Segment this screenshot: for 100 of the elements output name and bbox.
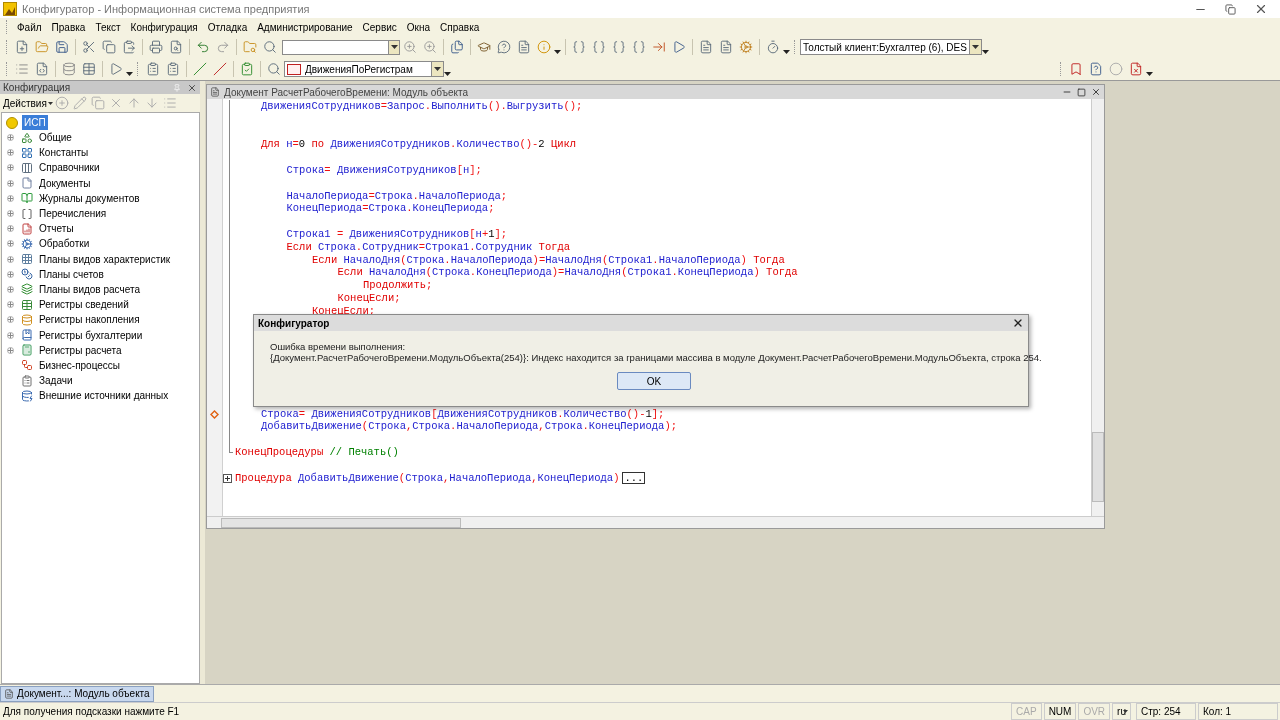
dropdown-button[interactable]: [432, 61, 444, 77]
tree-item-icon: [21, 253, 33, 266]
code-line: Продолжить;: [363, 279, 433, 292]
horizontal-scrollbar[interactable]: [207, 516, 1104, 528]
caret-icon[interactable]: [434, 67, 441, 71]
tree-item[interactable]: Внешние источники данных: [38, 388, 170, 404]
collapsed-block-marker[interactable]: ...: [622, 471, 646, 484]
tree-item[interactable]: Регистры сведений: [38, 297, 130, 313]
app-icon: [3, 2, 17, 16]
tree-item-icon: [21, 313, 33, 326]
window-tab[interactable]: Документ...: Модуль объекта: [0, 685, 154, 702]
tree-item-icon: [21, 374, 33, 387]
search-field[interactable]: [282, 39, 389, 55]
tree-item[interactable]: Регистры расчета: [38, 342, 123, 358]
tree-item-icon: [21, 298, 33, 311]
menu-item[interactable]: Окна: [401, 19, 436, 35]
tree-item[interactable]: Планы видов характеристик: [38, 251, 172, 267]
tree-item[interactable]: Планы видов расчета: [38, 281, 141, 297]
ok-button[interactable]: OK: [617, 372, 691, 390]
code-line: Строка= ДвиженияСотрудников[ДвиженияСотрудников.Количество()-1];: [261, 407, 665, 420]
procedure-icon: [287, 63, 301, 75]
caret-icon[interactable]: [1123, 710, 1128, 713]
tree-item[interactable]: Общие: [38, 130, 73, 146]
code-line: КонецПроцедуры // Печать(): [235, 445, 399, 458]
tree-item[interactable]: Задачи: [38, 373, 74, 389]
tree-item-icon: [21, 389, 33, 402]
root-icon: [6, 116, 18, 129]
tree-item[interactable]: Журналы документов: [38, 190, 141, 206]
close-icon[interactable]: [1091, 87, 1101, 97]
tree-item[interactable]: Планы счетов: [38, 266, 105, 282]
language-selector[interactable]: ru: [1112, 703, 1131, 720]
menu-item[interactable]: Текст: [90, 19, 126, 35]
code-line: Если Строка.Сотрудник=Строка1.Сотрудник Тогда: [286, 240, 571, 253]
dialog-title: Конфигуратор: [258, 316, 330, 331]
close-icon[interactable]: [187, 82, 197, 93]
code-line: Строка= ДвиженияСотрудников[н];: [286, 164, 482, 176]
tree-item[interactable]: Перечисления: [38, 206, 108, 222]
editor-title: Документ РасчетРабочегоВремени: Модуль объекта: [224, 85, 469, 100]
close-button[interactable]: [1012, 317, 1024, 329]
caret-icon[interactable]: [47, 101, 53, 105]
tree-item-icon: [21, 146, 33, 159]
menu-item[interactable]: Администрирование: [252, 19, 358, 35]
tree-item[interactable]: Отчеты: [38, 221, 75, 237]
line-number: Стр: 254: [1136, 703, 1196, 720]
status-indicator: CAP: [1011, 703, 1042, 720]
code-line: Если НачалоДня(Строка.НачалоПериода)=НачалоДня(Строка1.НачалоПериода) Тогда: [312, 253, 785, 266]
status-indicator: NUM: [1043, 703, 1077, 720]
document-icon: [4, 688, 14, 699]
code-line: ДвиженияСотрудников=Запрос.Выполнить().Выгрузить();: [261, 100, 583, 112]
vertical-scrollbar[interactable]: [1091, 99, 1104, 516]
caret-icon[interactable]: [971, 45, 979, 49]
code-line: КонецПериода=Строка.КонецПериода;: [286, 202, 495, 215]
restore-icon[interactable]: [1225, 3, 1236, 15]
code-line: КонецЕсли;: [312, 304, 376, 317]
code-line: НачалоПериода=Строка.НачалоПериода;: [286, 189, 508, 202]
menu-item[interactable]: Файл: [12, 19, 47, 35]
tree-item[interactable]: Справочники: [38, 160, 101, 176]
code-line: Процедура ДобавитьДвижение(Строка,НачалоПериода,КонецПериода): [235, 471, 620, 485]
menu-item[interactable]: Отладка: [202, 19, 253, 35]
error-heading: Ошибка времени выполнения:: [270, 341, 407, 352]
code-line: Для н=0 по ДвиженияСотрудников.Количество()-2 Цикл: [261, 138, 577, 151]
tree-item[interactable]: Регистры бухгалтерии: [38, 327, 144, 343]
maximize-icon[interactable]: [1077, 87, 1086, 97]
document-icon: [210, 87, 220, 97]
tree-item-icon: [21, 161, 33, 174]
code-line: Строка1 = ДвиженияСотрудников[н+1];: [286, 227, 508, 240]
tree-item-icon: [21, 283, 33, 296]
tree-item-icon: [21, 192, 33, 205]
status-hint: Для получения подсказки нажмите F1: [2, 705, 181, 719]
tree-item[interactable]: Константы: [38, 145, 90, 161]
tree-item[interactable]: ИСП: [22, 115, 48, 130]
caret-icon[interactable]: [390, 45, 398, 49]
tree-item-icon: [21, 207, 33, 220]
expand-icon[interactable]: [223, 473, 232, 483]
code-line: ДобавитьДвижение(Строка,Строка.НачалоПериода,Строка.КонецПериода);: [261, 420, 677, 433]
column-number: Кол: 1: [1198, 703, 1278, 720]
tree-item[interactable]: Обработки: [38, 236, 91, 252]
tree-item-icon: [21, 268, 33, 281]
error-message: {Документ.РасчетРабочегоВремени.МодульОбъекта(254)}: Индекс находится за границами массива в модуле Документ.РасчетРабочегоВремени.МодульОбъекта, строка 254.: [270, 352, 1042, 363]
tree-item-icon: [21, 329, 33, 342]
tree-item[interactable]: Бизнес-процессы: [38, 357, 122, 373]
code-line: КонецЕсли;: [337, 291, 401, 304]
tree-item-icon: [21, 222, 33, 235]
tree-item-icon: [21, 237, 33, 250]
close-icon[interactable]: [1254, 2, 1268, 16]
menu-item[interactable]: Справка: [435, 19, 485, 35]
tree-item[interactable]: Регистры накопления: [38, 312, 141, 328]
tree-item[interactable]: Документы: [38, 175, 92, 191]
client-combo[interactable]: Толстый клиент:Бухгалтер (6), DES: [800, 39, 970, 55]
menu-item[interactable]: Сервис: [357, 19, 402, 35]
window-title: Конфигуратор - Информационная система предприятия: [22, 1, 310, 17]
status-indicator: OVR: [1078, 703, 1111, 720]
tree-item-icon: [21, 177, 33, 190]
tree-item-icon: [21, 359, 33, 372]
menu-item[interactable]: Правка: [46, 19, 91, 35]
tree-item-icon: [21, 344, 33, 357]
dropdown-button[interactable]: [389, 39, 400, 55]
tree-item-icon: [21, 131, 33, 144]
actions-menu[interactable]: Действия: [3, 95, 47, 111]
menu-item[interactable]: Конфигурация: [125, 19, 203, 35]
